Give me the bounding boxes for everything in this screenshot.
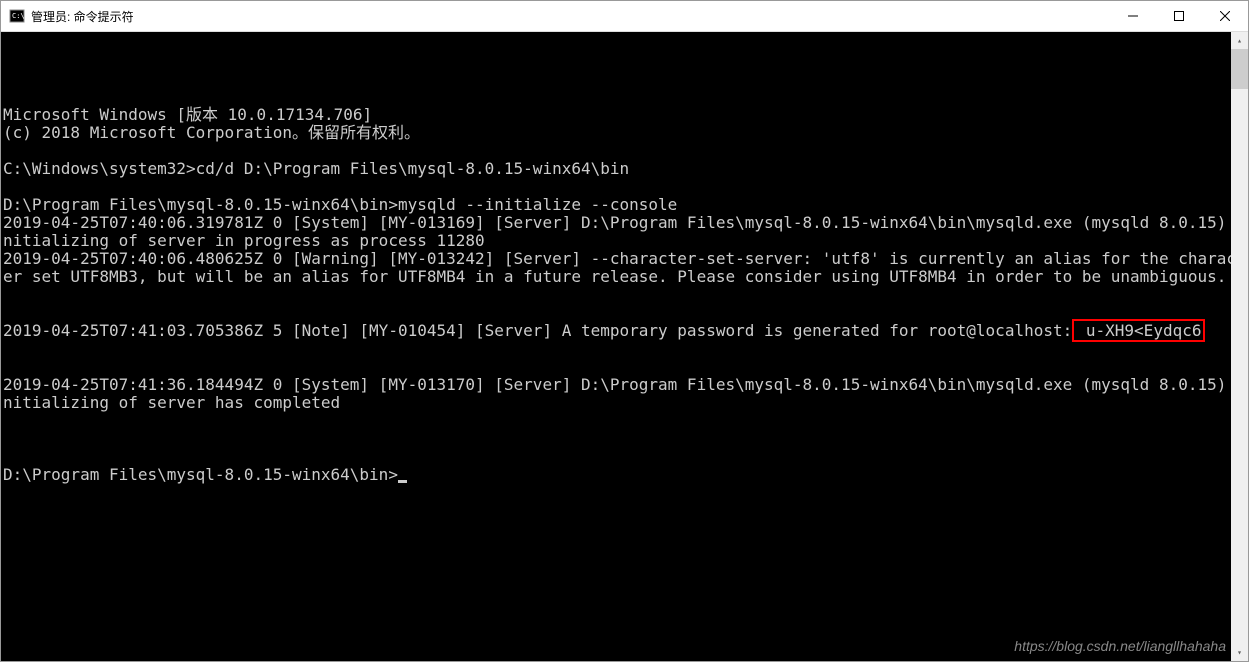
vertical-scrollbar[interactable]: ▴ ▾ <box>1231 32 1248 661</box>
terminal-content: Microsoft Windows [版本 10.0.17134.706](c)… <box>3 70 1248 520</box>
titlebar[interactable]: C:\ 管理员: 命令提示符 <box>1 1 1248 32</box>
window-controls <box>1110 1 1248 31</box>
close-button[interactable] <box>1202 1 1248 31</box>
terminal-line <box>3 178 1248 196</box>
terminal-line <box>3 412 1248 430</box>
scroll-track[interactable] <box>1231 49 1248 644</box>
command-prompt-window: C:\ 管理员: 命令提示符 Microsoft Windows [版本 10.… <box>0 0 1249 662</box>
scroll-thumb[interactable] <box>1231 49 1248 89</box>
password-line: 2019-04-25T07:41:03.705386Z 5 [Note] [MY… <box>3 322 1248 340</box>
terminal-line: C:\Windows\system32>cd/d D:\Program File… <box>3 160 1248 178</box>
terminal-line <box>3 142 1248 160</box>
terminal-line: 2019-04-25T07:41:36.184494Z 0 [System] [… <box>3 376 1248 412</box>
terminal-line: Microsoft Windows [版本 10.0.17134.706] <box>3 106 1248 124</box>
minimize-button[interactable] <box>1110 1 1156 31</box>
terminal-line: D:\Program Files\mysql-8.0.15-winx64\bin… <box>3 196 1248 214</box>
prompt-text: D:\Program Files\mysql-8.0.15-winx64\bin… <box>3 465 398 484</box>
watermark-text: https://blog.csdn.net/liangllhahaha <box>1014 637 1226 655</box>
prompt-line: D:\Program Files\mysql-8.0.15-winx64\bin… <box>3 466 1248 484</box>
terminal-line: (c) 2018 Microsoft Corporation。保留所有权利。 <box>3 124 1248 142</box>
terminal-area[interactable]: Microsoft Windows [版本 10.0.17134.706](c)… <box>1 32 1248 661</box>
maximize-button[interactable] <box>1156 1 1202 31</box>
app-icon: C:\ <box>9 8 25 24</box>
cursor <box>398 480 407 483</box>
scroll-down-arrow[interactable]: ▾ <box>1231 644 1248 661</box>
scroll-up-arrow[interactable]: ▴ <box>1231 32 1248 49</box>
window-title: 管理员: 命令提示符 <box>31 8 1110 25</box>
terminal-line: 2019-04-25T07:40:06.480625Z 0 [Warning] … <box>3 250 1248 286</box>
password-line-prefix: 2019-04-25T07:41:03.705386Z 5 [Note] [MY… <box>3 321 1072 340</box>
terminal-line: 2019-04-25T07:40:06.319781Z 0 [System] [… <box>3 214 1248 250</box>
password-highlight-box: u-XH9<Eydqc6 <box>1072 319 1205 342</box>
svg-text:C:\: C:\ <box>12 12 25 20</box>
